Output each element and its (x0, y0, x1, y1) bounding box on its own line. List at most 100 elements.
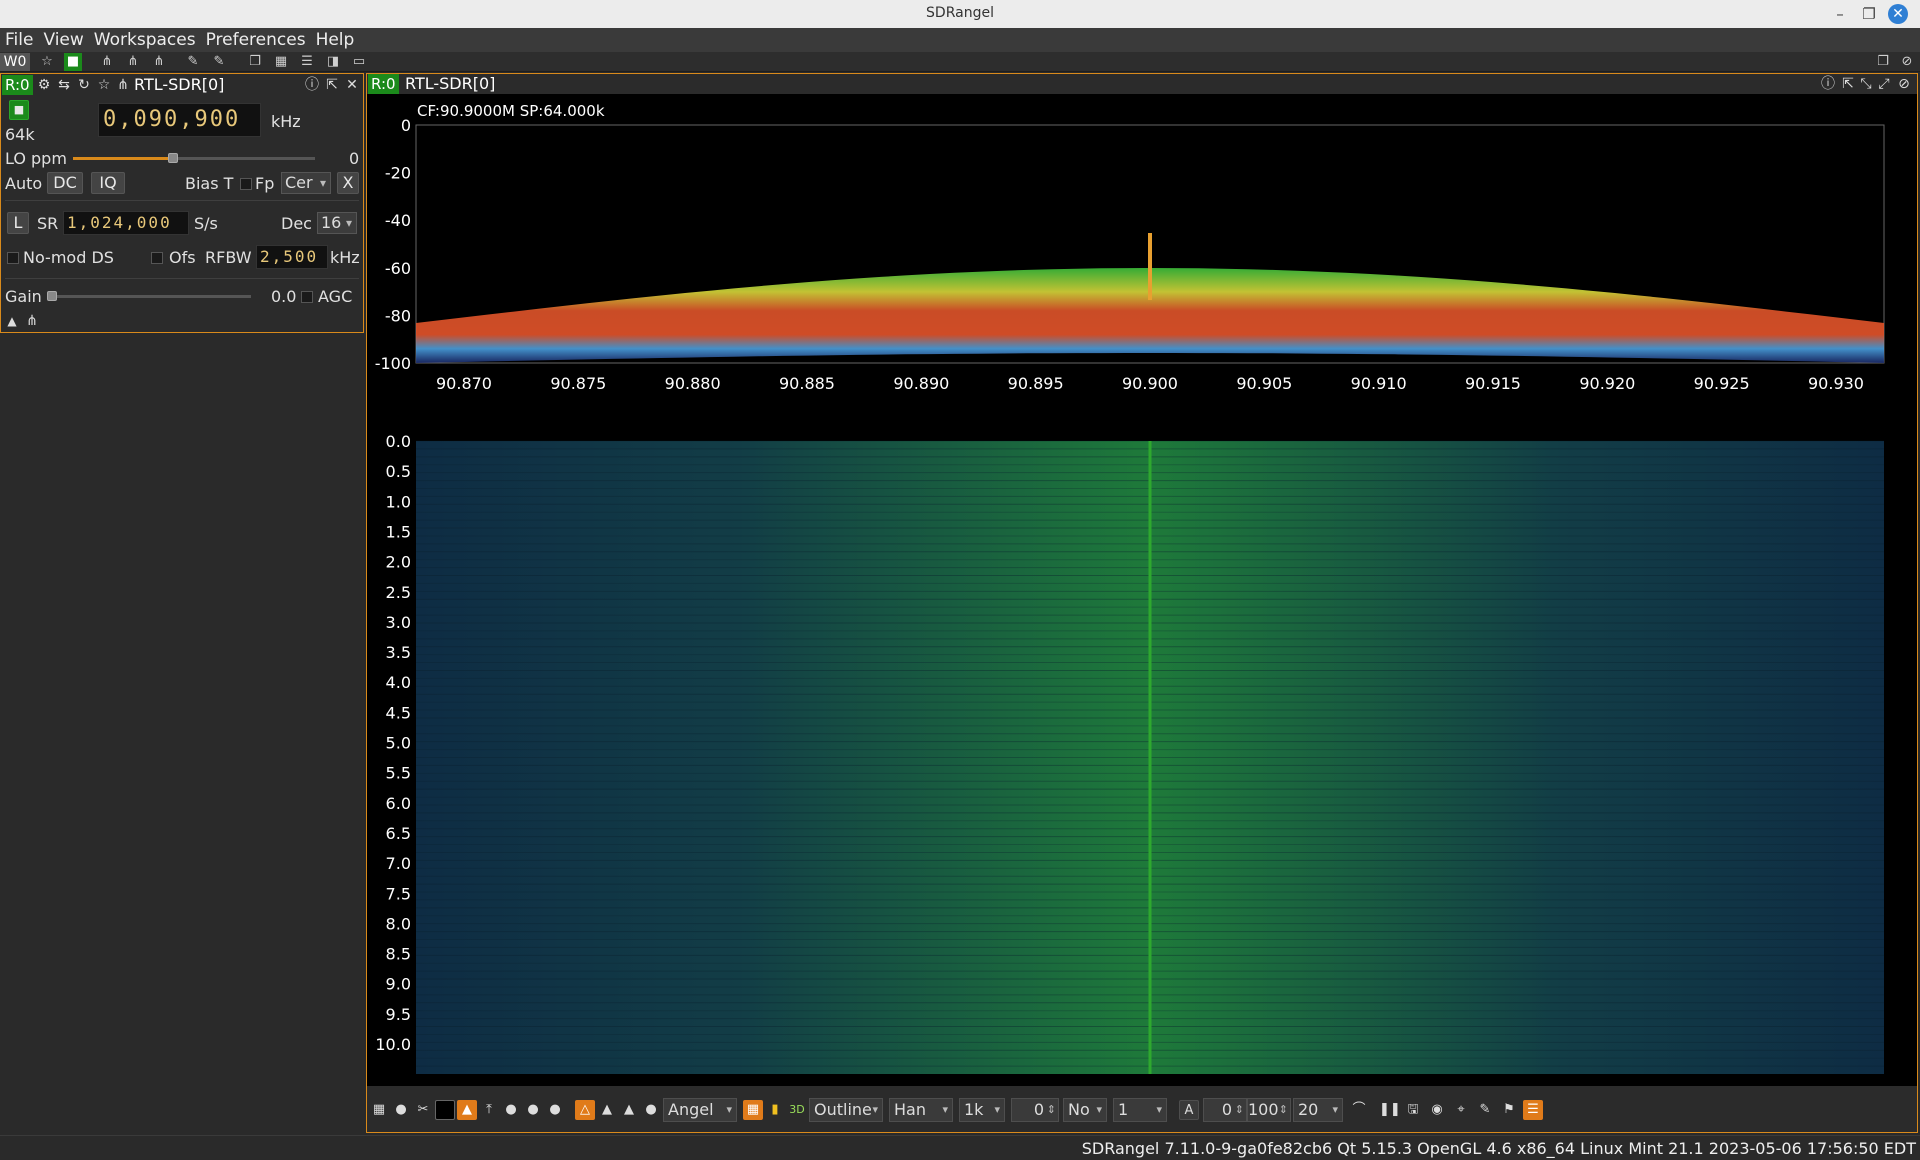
rf-bandwidth-dial[interactable]: 2,500 (256, 245, 328, 269)
auto-scale-button[interactable]: A (1179, 1100, 1199, 1120)
add-tx-channel-icon[interactable]: ⋔ (124, 53, 142, 71)
undock-icon[interactable]: ❐ (1874, 53, 1892, 71)
grid-intensity-icon[interactable]: ● (391, 1100, 411, 1120)
no-mod-ds-label: No-mod DS (23, 248, 114, 267)
max-hold-icon[interactable]: ⤒ (479, 1100, 499, 1120)
fft-window-select[interactable]: Han (889, 1098, 953, 1122)
3d-icon[interactable]: 3D (787, 1100, 807, 1120)
close-button[interactable]: ✕ (1888, 4, 1908, 24)
range-spinbox[interactable]: 100 (1247, 1098, 1291, 1122)
save-icon[interactable]: 🖫 (1403, 1100, 1423, 1120)
star-icon[interactable]: ☆ (38, 53, 56, 71)
l-button[interactable]: L (7, 212, 29, 234)
close-icon[interactable]: ✕ (343, 76, 361, 94)
channels-icon[interactable]: ⋔ (23, 312, 41, 330)
fft-size-select[interactable]: 1k (959, 1098, 1005, 1122)
dc-button[interactable]: DC (47, 172, 83, 194)
center-frequency-dial[interactable]: 0,090,900 (98, 103, 261, 137)
move-icon[interactable]: ⇱ (1839, 75, 1857, 93)
x-button[interactable]: X (337, 172, 359, 194)
menu-workspaces[interactable]: Workspaces (89, 28, 201, 52)
gear-icon[interactable]: ⚙ (35, 76, 53, 94)
auto-stack-icon[interactable]: ◨ (324, 53, 342, 71)
menu-preferences[interactable]: Preferences (201, 28, 311, 52)
menu-file[interactable]: File (0, 28, 38, 52)
help-icon[interactable]: ⓘ (303, 76, 321, 94)
spectrum-display[interactable]: 0 -20 -40 -60 -80 -100 90.870 90.875 90.880 90.88… (367, 94, 1917, 1084)
lo-ppm-slider[interactable] (167, 153, 178, 163)
no-mod-ds-checkbox[interactable] (7, 252, 19, 264)
clear-icon[interactable]: ✂ (413, 1100, 433, 1120)
collapse-icon[interactable]: ▲ (3, 312, 21, 330)
time-tick-label: 8.0 (386, 914, 411, 933)
add-rx-channel-icon[interactable]: ⋔ (98, 53, 116, 71)
menu-icon[interactable]: ☰ (1523, 1100, 1543, 1120)
decimation-select[interactable]: 16 (317, 212, 357, 234)
time-tick-label: 3.5 (386, 643, 411, 662)
waterfall-enable-icon[interactable]: ▦ (743, 1100, 763, 1120)
iq-button[interactable]: IQ (91, 172, 125, 194)
spectrogram-icon[interactable]: ▮ (765, 1100, 785, 1120)
menu-view[interactable]: View (38, 28, 88, 52)
fp-mode-select[interactable]: Cer (281, 172, 331, 194)
agc-checkbox[interactable] (301, 291, 313, 303)
center-frequency-unit: kHz (271, 112, 301, 131)
tile-icon[interactable]: ▦ (272, 53, 290, 71)
add-feature-icon[interactable]: ✎ (184, 53, 202, 71)
help-icon[interactable]: ⓘ (1819, 75, 1837, 93)
workspace-tag[interactable]: W0 (0, 53, 30, 71)
intensity-icon[interactable]: ● (641, 1100, 661, 1120)
star-icon[interactable]: ☆ (95, 76, 113, 94)
averaging-select[interactable]: 1 (1113, 1098, 1167, 1122)
menu-help[interactable]: Help (311, 28, 360, 52)
frequency-tick-label: 90.875 (550, 374, 606, 393)
histogram-icon[interactable]: ▲ (619, 1100, 639, 1120)
bias-t-checkbox[interactable] (240, 178, 252, 190)
add-rx-device-icon[interactable]: ■ (64, 53, 82, 71)
grid-icon[interactable]: ▦ (369, 1100, 389, 1120)
hide-icon[interactable]: ⊘ (1895, 75, 1913, 93)
frequency-tick-label: 90.905 (1236, 374, 1292, 393)
swap-icon[interactable]: ⇆ (55, 76, 73, 94)
time-tick-label: 4.0 (386, 673, 411, 692)
move-icon[interactable]: ⇱ (323, 76, 341, 94)
stack-icon[interactable]: ☰ (298, 53, 316, 71)
linear-scale-icon[interactable]: ⌒ (1349, 1100, 1369, 1120)
decay-divisor-icon[interactable]: ● (523, 1100, 543, 1120)
minimize-button[interactable]: – (1830, 4, 1850, 24)
measure-icon[interactable]: ✎ (1475, 1100, 1495, 1120)
color-icon[interactable] (435, 1100, 455, 1120)
device-panel: R:0 ⚙ ⇆ ↻ ☆ ⋔ RTL-SDR[0] ⓘ ⇱ ✕ ■ 64k 0,0… (0, 73, 364, 333)
feature-settings-icon[interactable]: ✎ (210, 53, 228, 71)
reload-icon[interactable]: ↻ (75, 76, 93, 94)
gain-slider[interactable] (47, 291, 57, 301)
color-map-select[interactable]: Angel (663, 1098, 737, 1122)
channels-icon[interactable]: ⋔ (114, 76, 132, 94)
broadcast-icon[interactable]: ◉ (1427, 1100, 1447, 1120)
add-mimo-icon[interactable]: ⋔ (150, 53, 168, 71)
fps-select[interactable]: 20 (1293, 1098, 1343, 1122)
time-tick-label: 9.0 (386, 975, 411, 994)
ref-level-spinbox[interactable]: 0 (1203, 1098, 1247, 1122)
waterfall-icon[interactable]: ▲ (597, 1100, 617, 1120)
hide-icon[interactable]: ⊘ (1898, 53, 1916, 71)
cascade-icon[interactable]: ❐ (246, 53, 264, 71)
start-stop-button[interactable]: ■ (9, 100, 29, 120)
fill-mode-select[interactable]: Outline (809, 1098, 883, 1122)
maximize-icon[interactable]: ⤢ (1875, 75, 1893, 93)
current-trace-icon[interactable]: △ (575, 1100, 595, 1120)
separator (5, 278, 359, 279)
markers-icon[interactable]: ⚑ (1499, 1100, 1519, 1120)
fft-overlap-spinbox[interactable]: 0 (1011, 1098, 1059, 1122)
stroke-icon[interactable]: ● (545, 1100, 565, 1120)
target-icon[interactable]: ⌖ (1451, 1100, 1471, 1120)
averaging-mode-select[interactable]: No (1063, 1098, 1107, 1122)
spectrum-toggle-icon[interactable]: ▲ (457, 1100, 477, 1120)
ofs-checkbox[interactable] (151, 252, 163, 264)
restore-button[interactable]: ❐ (1859, 4, 1879, 24)
decay-icon[interactable]: ● (501, 1100, 521, 1120)
sample-rate-dial[interactable]: 1,024,000 (63, 211, 189, 235)
shrink-icon[interactable]: ⤡ (1857, 75, 1875, 93)
window-icon[interactable]: ▭ (350, 53, 368, 71)
pause-icon[interactable]: ❚❚ (1379, 1100, 1401, 1120)
